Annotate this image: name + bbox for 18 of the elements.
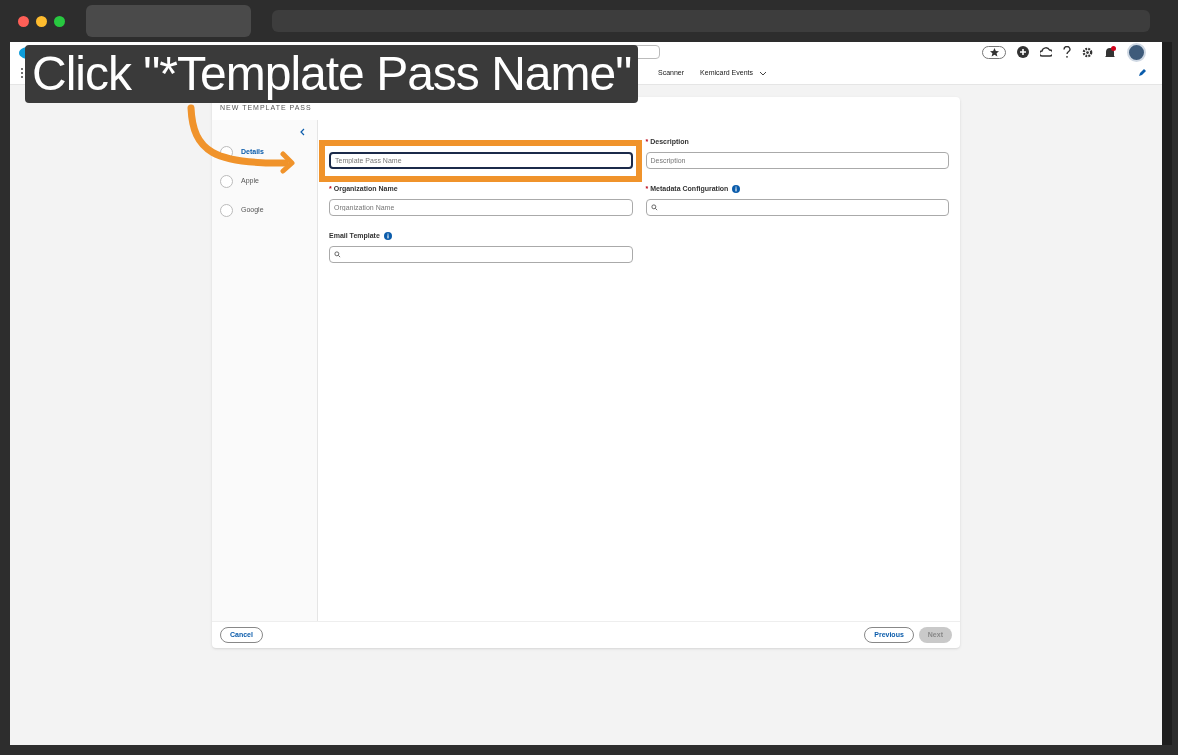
search-icon	[334, 251, 341, 258]
search-icon	[650, 204, 658, 211]
avatar[interactable]	[1127, 42, 1146, 62]
cloud-icon[interactable]	[1040, 46, 1052, 58]
chevron-down-icon	[759, 70, 767, 76]
lookup-field[interactable]	[329, 246, 633, 263]
collapse-icon[interactable]	[299, 128, 305, 136]
help-icon[interactable]	[1063, 46, 1071, 58]
add-icon[interactable]	[1017, 46, 1029, 58]
settings-icon[interactable]	[1082, 46, 1093, 58]
close-window-button[interactable]	[18, 15, 29, 27]
minimize-window-button[interactable]	[36, 15, 47, 27]
maximize-window-button[interactable]	[54, 15, 65, 27]
notification-bell-icon[interactable]	[1104, 45, 1116, 59]
callout-tooltip: Click "*Template Pass Name"	[25, 45, 639, 103]
lookup-field[interactable]	[645, 199, 949, 216]
edit-icon[interactable]	[1138, 69, 1146, 77]
star-icon	[989, 47, 999, 57]
